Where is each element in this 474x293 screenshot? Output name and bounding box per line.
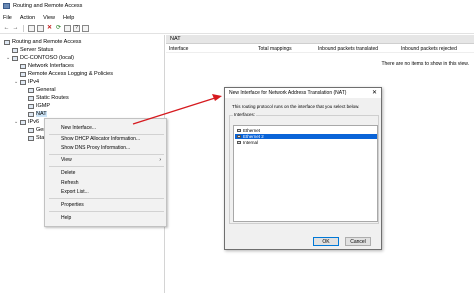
tree-item-server[interactable]: ⌄ DC-CONTOSO (local) [6, 54, 74, 62]
interfaces-label: Interfaces: [233, 112, 257, 117]
menu-separator [49, 211, 164, 212]
static-routes-icon [28, 95, 34, 101]
collapse-icon[interactable]: ⌄ [6, 55, 11, 61]
network-adapter-icon [237, 129, 241, 132]
tree-item-ipv6-general[interactable]: Ger [28, 126, 45, 134]
ok-button[interactable]: OK [313, 237, 339, 246]
interfaces-list[interactable]: Ethernet Ethernet 2 Internal [233, 125, 378, 222]
static-routes-icon [28, 135, 34, 141]
menu-item-refresh[interactable]: Refresh [61, 180, 79, 186]
menu-separator [49, 154, 164, 155]
column-total-mappings[interactable]: Total mappings [258, 46, 292, 52]
export-icon[interactable] [64, 24, 71, 32]
network-interfaces-icon [20, 63, 26, 69]
menu-action[interactable]: Action [20, 15, 35, 21]
new-interface-dialog: New Interface for Network Address Transl… [224, 87, 382, 250]
pane-header: NAT [166, 35, 474, 44]
logging-icon [20, 71, 26, 77]
pane-title: NAT [170, 36, 181, 42]
menu-help[interactable]: Help [63, 15, 74, 21]
delete-icon[interactable]: ✕ [46, 25, 53, 32]
dialog-title: New Interface for Network Address Transl… [229, 90, 347, 96]
toolbar-separator [23, 24, 24, 32]
tree-item-server-status[interactable]: Server Status [12, 46, 53, 54]
tree-item-igmp[interactable]: IGMP [28, 102, 50, 110]
menu-item-properties[interactable]: Properties [61, 202, 84, 208]
toolbar: ← → ✕ ⟳ ? [0, 23, 474, 34]
tree-item-ipv6[interactable]: ⌄ IPv6 [14, 118, 39, 126]
tree-item-network-interfaces[interactable]: Network Interfaces [20, 62, 74, 70]
console-tree-icon[interactable] [28, 24, 35, 32]
ipv4-icon [20, 79, 26, 85]
interfaces-group: Interfaces: Ethernet Ethernet 2 Internal [229, 112, 379, 224]
app-icon [3, 3, 10, 9]
menu-item-show-dhcp[interactable]: Show DHCP Allocator Information... [61, 136, 140, 142]
menu-item-export-list[interactable]: Export List... [61, 189, 89, 195]
menu-separator [49, 198, 164, 199]
submenu-arrow-icon: › [159, 157, 161, 163]
general-icon [28, 127, 34, 133]
dialog-description: This routing protocol runs on the interf… [232, 104, 360, 109]
collapse-icon[interactable]: ⌄ [14, 79, 19, 85]
list-item-ethernet[interactable]: Ethernet [235, 128, 377, 133]
menu-view[interactable]: View [43, 15, 55, 21]
menu-file[interactable]: File [3, 15, 12, 21]
help-icon[interactable]: ? [73, 24, 80, 32]
ipv6-icon [20, 119, 26, 125]
server-status-icon [12, 47, 18, 53]
nat-icon [28, 111, 34, 117]
list-item-ethernet-2[interactable]: Ethernet 2 [235, 134, 377, 139]
network-adapter-icon [237, 141, 241, 144]
general-icon [28, 87, 34, 93]
collapse-icon[interactable]: ⌄ [14, 119, 19, 125]
tree-item-general[interactable]: General [28, 86, 56, 94]
menu-item-new-interface[interactable]: New Interface... [61, 125, 96, 131]
context-menu: New Interface... Show DHCP Allocator Inf… [44, 118, 167, 227]
igmp-icon [28, 103, 34, 109]
network-adapter-icon [237, 135, 241, 138]
tree-item-ipv6-static-routes[interactable]: Sta [28, 134, 44, 142]
server-icon [12, 55, 18, 61]
column-header-row: Interface Total mappings Inbound packets… [166, 45, 474, 53]
refresh-icon[interactable]: ⟳ [55, 25, 62, 32]
menu-item-show-dns[interactable]: Show DNS Proxy Information... [61, 145, 130, 151]
column-inbound-translated[interactable]: Inbound packets translated [318, 46, 378, 52]
tree-item-root[interactable]: Routing and Remote Access [4, 38, 81, 46]
menu-item-help[interactable]: Help [61, 215, 71, 221]
column-interface[interactable]: Interface [169, 46, 188, 52]
column-inbound-rejected[interactable]: Inbound packets rejected [401, 46, 457, 52]
menu-item-delete[interactable]: Delete [61, 170, 75, 176]
menu-bar: File Action View Help [0, 12, 474, 23]
dialog-title-bar: New Interface for Network Address Transl… [225, 88, 381, 98]
routing-icon [4, 39, 10, 45]
window-title: Routing and Remote Access [13, 3, 83, 9]
menu-separator [49, 166, 164, 167]
action-icon[interactable] [82, 24, 89, 32]
tree-item-static-routes[interactable]: Static Routes [28, 94, 69, 102]
menu-separator [49, 134, 164, 135]
tree-item-nat[interactable]: NAT [28, 110, 47, 118]
tree-item-remote-access-logging[interactable]: Remote Access Logging & Policies [20, 70, 113, 78]
list-item-internal[interactable]: Internal [235, 140, 377, 145]
tree-item-ipv4[interactable]: ⌄ IPv4 [14, 78, 39, 86]
properties-icon[interactable] [37, 24, 44, 32]
forward-icon[interactable]: → [12, 25, 19, 32]
back-icon[interactable]: ← [3, 25, 10, 32]
close-icon[interactable]: ✕ [372, 89, 377, 96]
menu-item-view[interactable]: View [61, 157, 72, 163]
title-bar: Routing and Remote Access [0, 0, 474, 12]
empty-message: There are no items to show in this view. [381, 61, 469, 67]
cancel-button[interactable]: Cancel [345, 237, 371, 246]
